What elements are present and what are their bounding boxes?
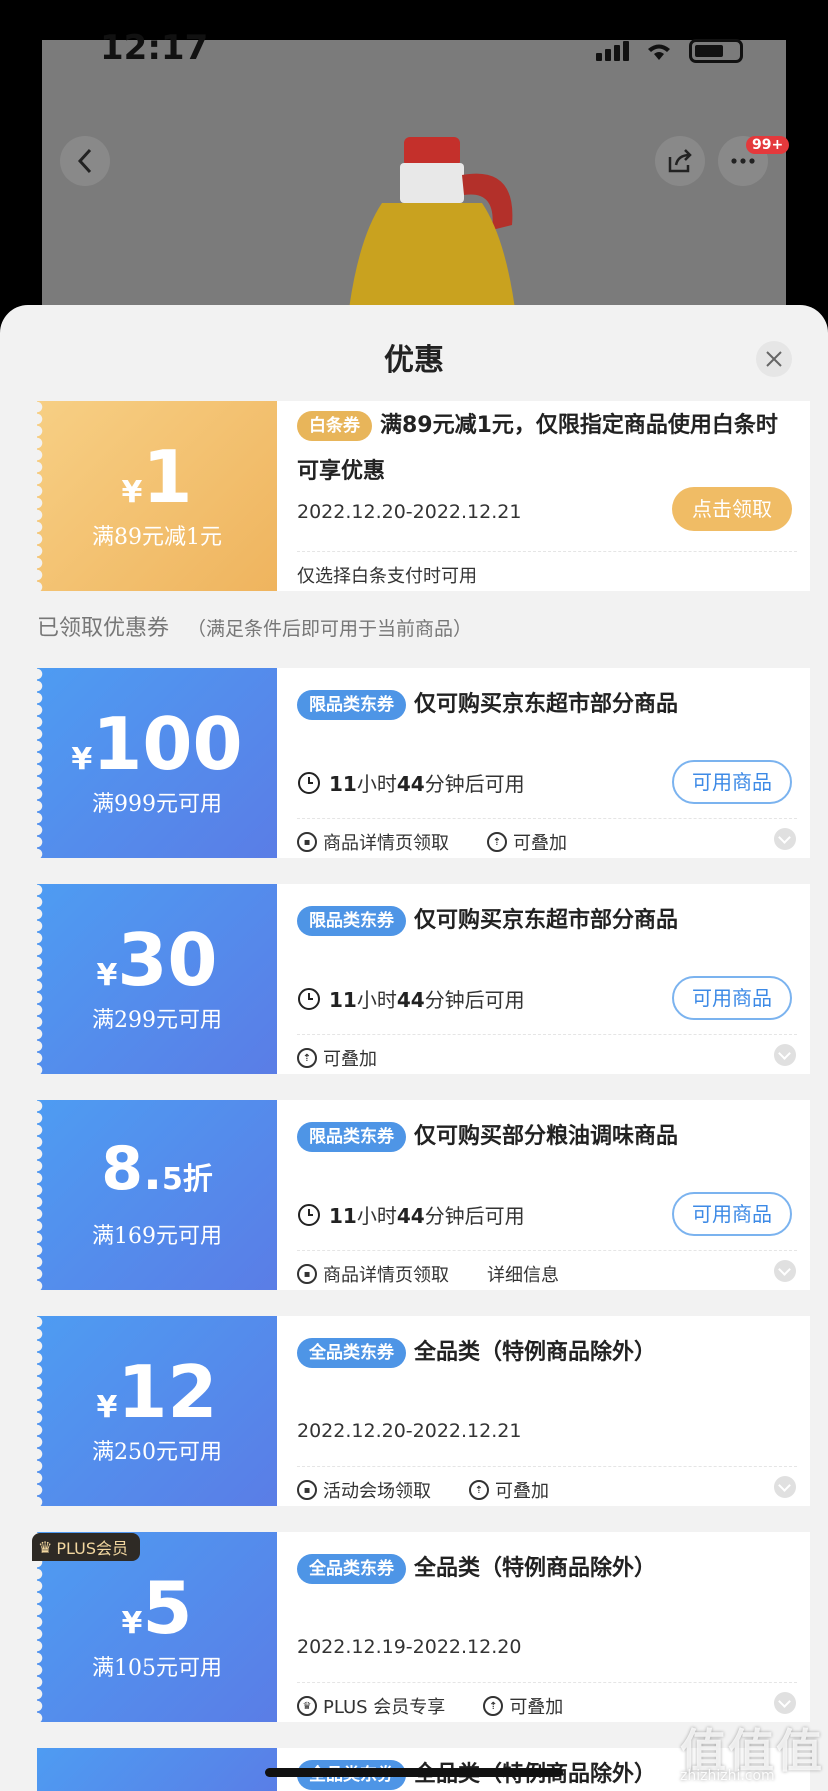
coupon-footer: ♛ PLUS 会员专享 ⇡ 可叠加 (297, 1682, 797, 1719)
coupon-value-panel: 8.5折 满169元可用 (37, 1100, 277, 1290)
home-indicator[interactable] (265, 1768, 563, 1777)
coupon-condition: 满999元可用 (92, 792, 222, 817)
screen: 12:17 99+ 优惠 ¥1 满89元减1元 白条券 满89元减1元，仅限指定商 (0, 0, 828, 1791)
coupon-title: 限品类东券 仅可购买京东超市部分商品 (297, 898, 797, 944)
chevron-left-icon (77, 148, 92, 174)
stack-icon: ⇡ (483, 1696, 504, 1716)
battery-icon (689, 39, 743, 63)
coupon-card: ¥12 满250元可用 全品类东券 全品类（特例商品除外） 2022.12.20-… (37, 1316, 810, 1506)
coupon-condition: 满89元减1元 (92, 525, 222, 550)
status-time: 12:17 (100, 28, 209, 68)
coupon-card: ¥30 满299元可用 限品类东券 仅可购买京东超市部分商品 11小时44分钟后可… (37, 884, 810, 1074)
coupon-info: 全品类东券 全品类（特例商品除外） 2022.12.19-2022.12.20 ♛… (277, 1532, 810, 1722)
coupon-amount: 8.5折 (101, 1134, 213, 1204)
coupon-title: 限品类东券 仅可购买部分粮油调味商品 (297, 1114, 797, 1160)
coupon-info: 限品类东券 仅可购买京东超市部分商品 11小时44分钟后可用 可用商品 ▪ 商品详情… (277, 668, 810, 858)
coupon-tag: 限品类东券 (297, 906, 406, 936)
ticket-icon: ▪ (297, 832, 317, 852)
close-button[interactable] (756, 341, 792, 377)
coupon-value-panel: ¥100 满999元可用 (37, 668, 277, 858)
available-products-button[interactable]: 可用商品 (672, 976, 792, 1020)
coupon-info: 白条券 满89元减1元，仅限指定商品使用白条时可享优惠 2022.12.20-20… (277, 401, 810, 591)
coupon-title: 全品类东券全品类（特例商品除外） (297, 1330, 797, 1376)
watermark-url: zhizhizhi.com (680, 1768, 775, 1784)
sheet-title: 优惠 (384, 343, 444, 378)
coupon-title: 白条券 满89元减1元，仅限指定商品使用白条时可享优惠 (297, 411, 778, 484)
ticket-icon: ▪ (297, 1480, 317, 1500)
expand-chevron-icon[interactable] (774, 1044, 796, 1066)
wifi-icon (648, 44, 670, 60)
coupon-title: 限品类东券 仅可购买京东超市部分商品 (297, 682, 797, 728)
message-count-badge: 99+ (746, 136, 790, 154)
coupon-value-panel: ¥12 满250元可用 (37, 1316, 277, 1506)
coupon-footer: ▪ 商品详情页领取 ⇡ 可叠加 (297, 818, 797, 855)
coupon-footer: ▪ 商品详情页领取 详细信息 (297, 1250, 797, 1287)
signal-icon (596, 41, 629, 61)
coupon-amount: ¥5 (121, 1566, 193, 1650)
claim-button[interactable]: 点击领取 (672, 487, 792, 531)
crown-icon: ♛ (297, 1696, 317, 1716)
more-dots-icon (731, 158, 755, 164)
coupon-countdown: 11小时44分钟后可用 (297, 768, 525, 797)
coupon-card: ¥100 满999元可用 限品类东券 仅可购买京东超市部分商品 11小时44分钟后… (37, 668, 810, 858)
available-products-button[interactable]: 可用商品 (672, 1192, 792, 1236)
coupon-title: 全品类东券全品类（特例商品除外） (297, 1546, 797, 1592)
stack-icon: ⇡ (297, 1048, 317, 1068)
coupon-value-panel: ¥1 满89元减1元 (37, 401, 277, 591)
clock-icon (298, 771, 320, 794)
coupon-tag: 限品类东券 (297, 690, 406, 720)
coupon-tag: 全品类东券 (297, 1338, 406, 1368)
coupon-countdown: 11小时44分钟后可用 (297, 984, 525, 1013)
coupon-value-panel (37, 1748, 277, 1791)
ticket-icon: ▪ (297, 1264, 317, 1284)
coupon-dates: 2022.12.20-2022.12.21 (297, 1420, 522, 1442)
expand-chevron-icon[interactable] (774, 1692, 796, 1714)
clock-icon (298, 987, 320, 1010)
coupon-dates: 2022.12.20-2022.12.21 (297, 501, 522, 523)
status-icons (596, 36, 743, 66)
expand-chevron-icon[interactable] (774, 1476, 796, 1498)
coupon-amount: ¥100 (71, 702, 243, 786)
coupon-sheet: 优惠 ¥1 满89元减1元 白条券 满89元减1元，仅限指定商品使用白条时可享优惠… (0, 305, 828, 1791)
coupon-value-panel: ¥30 满299元可用 (37, 884, 277, 1074)
coupon-condition: 满105元可用 (92, 1656, 222, 1681)
baitiao-coupon: ¥1 满89元减1元 白条券 满89元减1元，仅限指定商品使用白条时可享优惠 20… (37, 401, 810, 591)
coupon-tag: 全品类东券 (297, 1554, 406, 1584)
close-icon (766, 351, 782, 367)
clock-icon (298, 1203, 320, 1226)
coupon-footer: ▪ 活动会场领取 ⇡ 可叠加 (297, 1466, 797, 1503)
stack-icon: ⇡ (469, 1480, 489, 1500)
coupon-info: 限品类东券 仅可购买部分粮油调味商品 11小时44分钟后可用 可用商品 ▪ 商品详情… (277, 1100, 810, 1290)
available-products-button[interactable]: 可用商品 (672, 760, 792, 804)
stack-icon: ⇡ (487, 832, 507, 852)
coupon-countdown: 11小时44分钟后可用 (297, 1200, 525, 1229)
share-button[interactable] (655, 136, 705, 186)
crown-icon: ♛ (38, 1537, 53, 1557)
coupon-tag: 白条券 (297, 411, 372, 441)
plus-member-badge: ♛ PLUS会员 (32, 1533, 140, 1561)
expand-chevron-icon[interactable] (774, 828, 796, 850)
share-icon (668, 149, 692, 173)
coupon-condition: 满169元可用 (92, 1224, 222, 1249)
coupon-amount: ¥30 (96, 918, 218, 1002)
coupon-info: 全品类东券 全品类（特例商品除外） 2022.12.20-2022.12.21 ▪… (277, 1316, 810, 1506)
detail-info-link[interactable]: 详细信息 (487, 1261, 559, 1287)
coupon-amount: ¥1 (121, 435, 193, 519)
coupon-footer: 仅选择白条支付时可用 (297, 551, 797, 588)
coupon-info: 限品类东券 仅可购买京东超市部分商品 11小时44分钟后可用 可用商品 ⇡ 可叠加 (277, 884, 810, 1074)
coupon-amount: ¥12 (96, 1350, 218, 1434)
coupon-dates: 2022.12.19-2022.12.20 (297, 1636, 522, 1658)
back-button[interactable] (60, 136, 110, 186)
coupon-tag: 限品类东券 (297, 1122, 406, 1152)
received-coupons-header: 已领取优惠券 （满足条件后即可用于当前商品） (37, 616, 473, 641)
coupon-condition: 满299元可用 (92, 1008, 222, 1033)
coupon-card: ¥5 满105元可用 全品类东券 全品类（特例商品除外） 2022.12.19-2… (37, 1532, 810, 1722)
coupon-footer: ⇡ 可叠加 (297, 1034, 797, 1071)
coupon-card: 8.5折 满169元可用 限品类东券 仅可购买部分粮油调味商品 11小时44分钟后… (37, 1100, 810, 1290)
coupon-condition: 满250元可用 (92, 1440, 222, 1465)
expand-chevron-icon[interactable] (774, 1260, 796, 1282)
